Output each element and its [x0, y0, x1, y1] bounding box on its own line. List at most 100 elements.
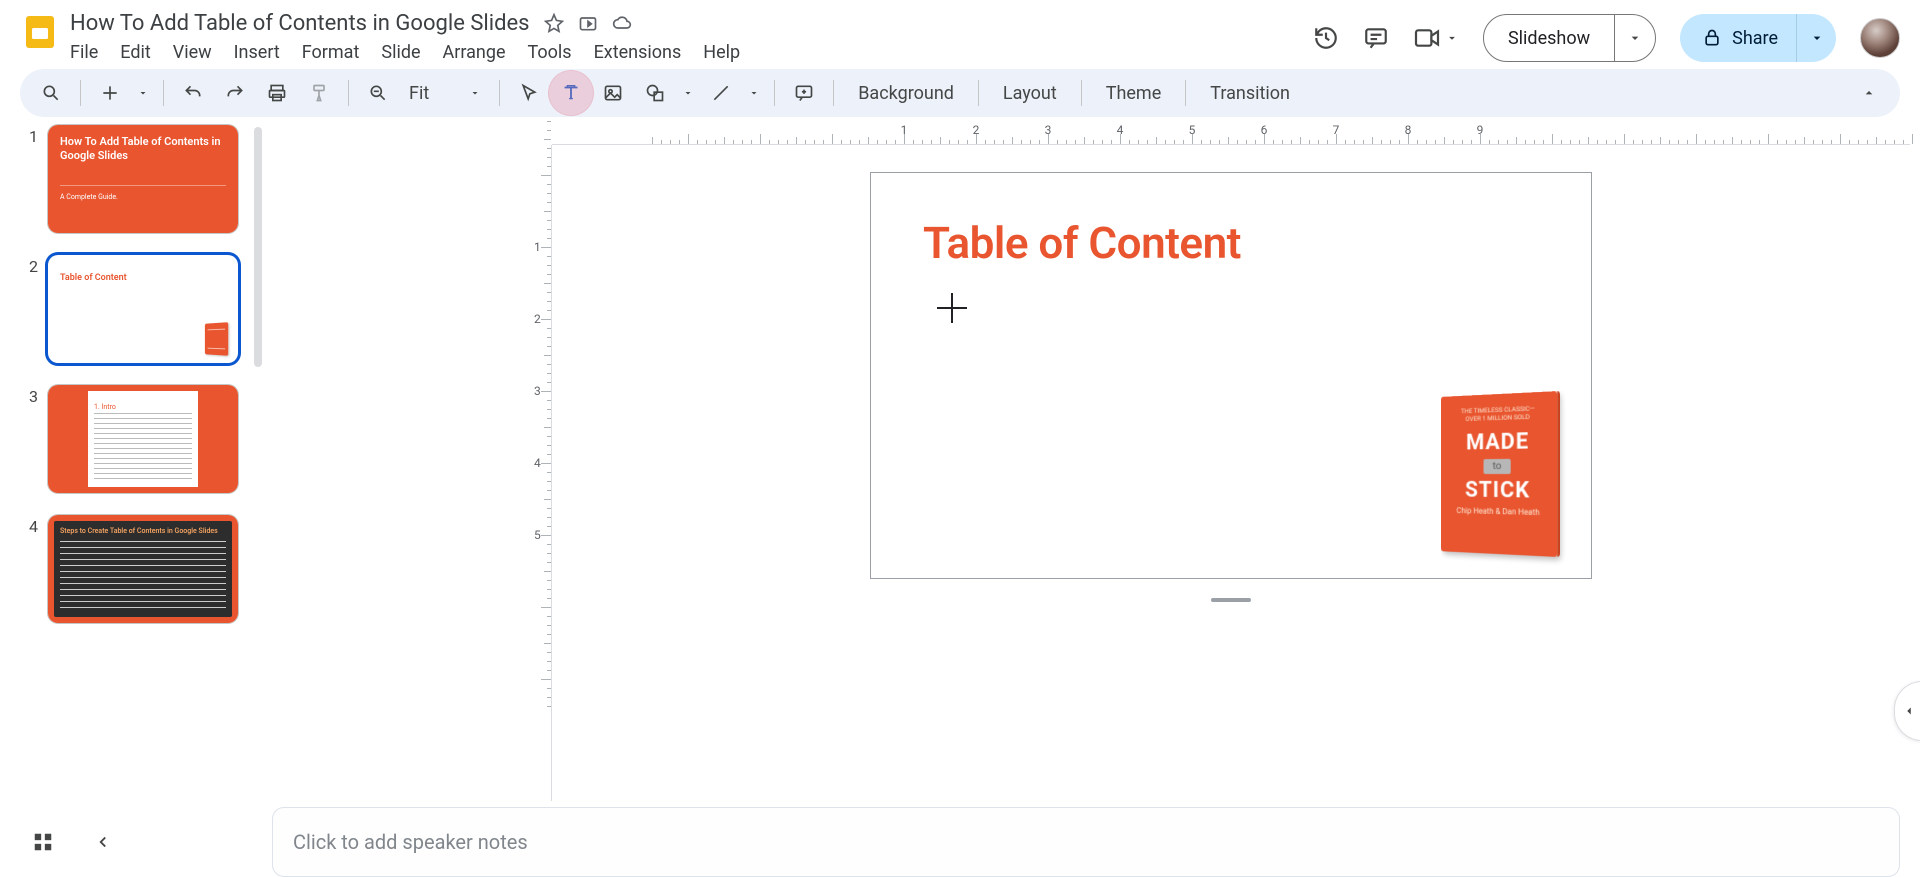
account-avatar[interactable] [1860, 18, 1900, 58]
thumb-number: 3 [20, 385, 38, 406]
zoom-value: Fit [409, 83, 429, 104]
thumb2-title: Table of Content [60, 273, 127, 283]
textbox-crosshair-cursor [937, 293, 967, 323]
history-icon[interactable] [1313, 25, 1339, 51]
line-dropdown[interactable] [746, 87, 762, 99]
book-line2: STICK [1454, 478, 1543, 504]
collapse-toolbar-icon[interactable] [1852, 76, 1886, 110]
share-button[interactable]: Share [1680, 14, 1796, 62]
line-tool-button[interactable] [704, 76, 738, 110]
ruler-v-label: 3 [534, 384, 541, 398]
add-comment-button[interactable] [787, 76, 821, 110]
new-slide-dropdown[interactable] [135, 87, 151, 99]
canvas-area: 123456789 12345 Table of Content THE TIM… [262, 121, 1920, 801]
menu-help[interactable]: Help [703, 42, 740, 63]
filmstrip: 1 How To Add Table of Contents in Google… [0, 121, 262, 801]
star-icon[interactable] [544, 13, 564, 33]
slideshow-button[interactable]: Slideshow [1484, 15, 1615, 61]
textbox-tool-button[interactable] [554, 76, 588, 110]
document-title[interactable]: How To Add Table of Contents in Google S… [70, 11, 530, 36]
thumb-number: 1 [20, 125, 38, 146]
thumbnail-1[interactable]: How To Add Table of Contents in Google S… [48, 125, 238, 233]
ruler-v-label: 5 [534, 528, 541, 542]
layout-button[interactable]: Layout [991, 81, 1069, 106]
ruler-h-label: 4 [1117, 123, 1124, 137]
new-slide-button[interactable] [93, 76, 127, 110]
slideshow-dropdown[interactable] [1615, 15, 1655, 61]
slides-logo[interactable] [20, 12, 60, 52]
ruler-h-label: 1 [901, 123, 908, 137]
filmstrip-scrollbar[interactable] [254, 127, 262, 367]
zoom-out-icon[interactable] [361, 76, 395, 110]
share-label: Share [1732, 28, 1778, 49]
thumb-number: 4 [20, 515, 38, 536]
separator [80, 80, 81, 106]
horizontal-ruler[interactable]: 123456789 [552, 121, 1910, 145]
menu-format[interactable]: Format [302, 42, 360, 63]
thumbnail-4[interactable]: Steps to Create Table of Contents in Goo… [48, 515, 238, 623]
ruler-h-label: 7 [1333, 123, 1340, 137]
thumbnail-3[interactable]: 1. Intro [48, 385, 238, 493]
slide-canvas[interactable]: Table of Content THE TIMELESS CLASSIC—OV… [871, 173, 1591, 578]
menu-view[interactable]: View [173, 42, 212, 63]
book-sub: Chip Heath & Dan Heath [1454, 506, 1543, 517]
background-button[interactable]: Background [846, 81, 966, 106]
menu-tools[interactable]: Tools [528, 42, 572, 63]
transition-button[interactable]: Transition [1198, 81, 1302, 106]
search-menus-icon[interactable] [34, 76, 68, 110]
undo-button[interactable] [176, 76, 210, 110]
redo-button[interactable] [218, 76, 252, 110]
thumb2-book-icon [205, 322, 228, 356]
separator [1185, 80, 1186, 106]
cloud-status-icon[interactable] [612, 13, 632, 33]
theme-button[interactable]: Theme [1094, 81, 1174, 106]
slide-title-text[interactable]: Table of Content [923, 217, 1241, 269]
speaker-notes-input[interactable]: Click to add speaker notes [272, 807, 1900, 877]
shape-dropdown[interactable] [680, 87, 696, 99]
ruler-h-label: 8 [1405, 123, 1412, 137]
menu-file[interactable]: File [70, 42, 98, 63]
meet-button[interactable] [1413, 27, 1459, 49]
ruler-v-label: 1 [534, 240, 541, 254]
ruler-v-label: 2 [534, 312, 541, 326]
collapse-filmstrip-icon[interactable] [94, 833, 112, 851]
menu-edit[interactable]: Edit [120, 42, 150, 63]
vertical-ruler[interactable]: 1 2 3 4 5 [530, 145, 552, 801]
menu-bar: File Edit View Insert Format Slide Arran… [70, 38, 1313, 63]
grid-view-icon[interactable] [32, 831, 54, 853]
ruler-v-label: 4 [534, 456, 541, 470]
menu-insert[interactable]: Insert [234, 42, 280, 63]
separator [163, 80, 164, 106]
paint-format-button[interactable] [302, 76, 336, 110]
image-tool-button[interactable] [596, 76, 630, 110]
menu-arrange[interactable]: Arrange [443, 42, 506, 63]
toolbar: Fit Background Layout Theme Transition [20, 69, 1900, 117]
separator [499, 80, 500, 106]
book-top-line: THE TIMELESS CLASSIC—OVER 1 MILLION SOLD [1454, 404, 1543, 423]
ruler-h-label: 3 [1045, 123, 1052, 137]
book-image[interactable]: THE TIMELESS CLASSIC—OVER 1 MILLION SOLD… [1437, 394, 1557, 554]
notes-resize-handle[interactable] [1211, 598, 1251, 602]
slideshow-button-group: Slideshow [1483, 14, 1656, 62]
ruler-h-label: 9 [1477, 123, 1484, 137]
zoom-select[interactable]: Fit [403, 83, 487, 104]
separator [833, 80, 834, 106]
share-button-group: Share [1680, 14, 1836, 62]
thumb-number: 2 [20, 255, 38, 276]
thumb4-title: Steps to Create Table of Contents in Goo… [60, 527, 218, 535]
move-icon[interactable] [578, 13, 598, 33]
book-line1: MADE [1454, 429, 1543, 456]
thumb3-title: 1. Intro [94, 403, 116, 411]
share-dropdown[interactable] [1796, 14, 1836, 62]
select-tool-button[interactable] [512, 76, 546, 110]
ruler-h-label: 2 [973, 123, 980, 137]
separator [348, 80, 349, 106]
separator [1081, 80, 1082, 106]
comments-icon[interactable] [1363, 25, 1389, 51]
menu-slide[interactable]: Slide [381, 42, 420, 63]
print-button[interactable] [260, 76, 294, 110]
thumb1-title: How To Add Table of Contents in Google S… [60, 135, 226, 163]
thumbnail-2[interactable]: Table of Content [48, 255, 238, 363]
menu-extensions[interactable]: Extensions [594, 42, 682, 63]
shape-tool-button[interactable] [638, 76, 672, 110]
